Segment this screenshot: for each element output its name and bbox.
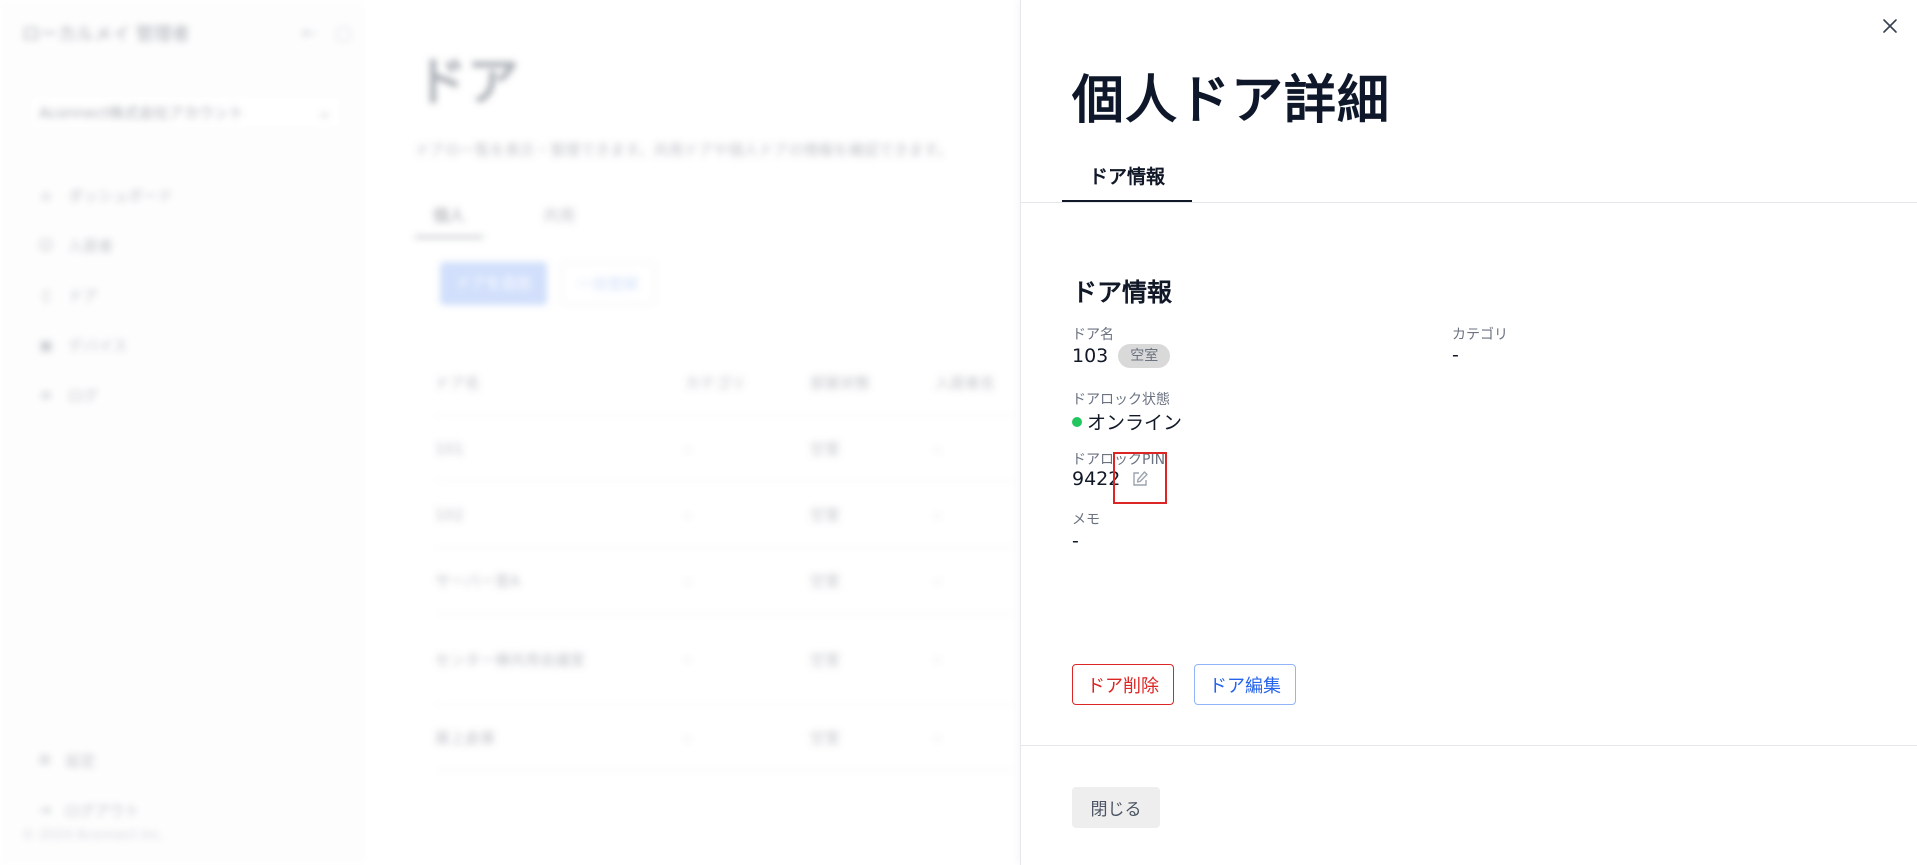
door-name-label: ドア名 <box>1072 327 1114 343</box>
drawer-title: 個人ドア詳細 <box>1072 71 1391 131</box>
lock-state-row: オンライン <box>1072 408 1182 435</box>
delete-door-button[interactable]: ドア削除 <box>1072 664 1174 705</box>
close-button[interactable]: 閉じる <box>1072 787 1160 828</box>
door-name-value-row: 103 空室 <box>1072 344 1171 368</box>
category-label: カテゴリ <box>1452 327 1508 343</box>
tab-door-info[interactable]: ドア情報 <box>1062 150 1192 202</box>
edit-pin-button[interactable] <box>1113 452 1167 504</box>
edit-door-button[interactable]: ドア編集 <box>1194 664 1296 705</box>
category-value: - <box>1452 344 1459 366</box>
memo-label: メモ <box>1072 512 1100 528</box>
pencil-edit-icon <box>1133 471 1148 486</box>
close-icon[interactable] <box>1878 14 1902 38</box>
lock-state-value: オンライン <box>1087 412 1183 434</box>
door-name-value: 103 <box>1072 345 1109 367</box>
online-status-icon <box>1072 416 1082 427</box>
status-badge: 空室 <box>1118 344 1171 368</box>
drawer-tabs: ドア情報 <box>1021 150 1917 203</box>
section-title: ドア情報 <box>1072 278 1173 307</box>
footer-divider <box>1021 745 1917 746</box>
memo-value: - <box>1072 530 1079 552</box>
door-detail-drawer: 個人ドア詳細 ドア情報 ドア情報 ドア名 103 空室 カテゴリ - ドアロック… <box>1020 0 1917 865</box>
lock-state-label: ドアロック状態 <box>1072 392 1170 408</box>
modal-overlay[interactable] <box>0 0 1020 865</box>
